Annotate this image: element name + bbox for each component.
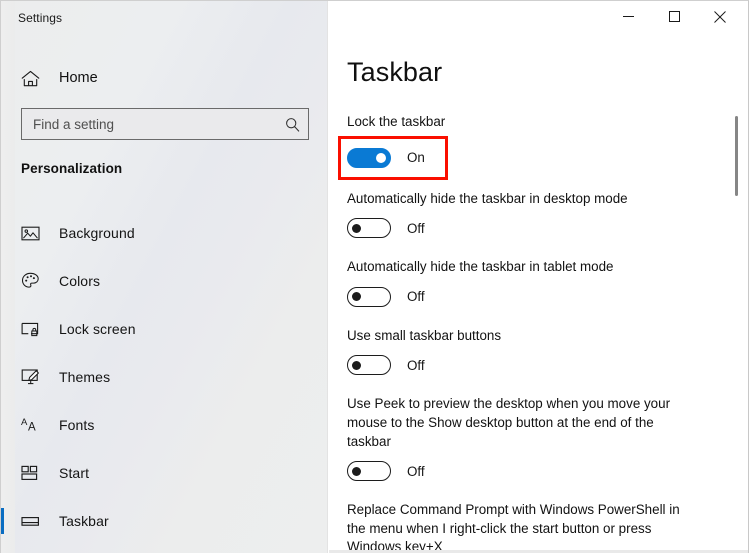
sidebar-item-home[interactable]: Home xyxy=(1,63,309,93)
setting-autohide-desktop-mode: Automatically hide the taskbar in deskto… xyxy=(347,190,697,242)
sidebar-nav-list: Background Colors Lock screen Themes A A… xyxy=(1,209,328,545)
sidebar-item-taskbar[interactable]: Taskbar xyxy=(1,497,328,545)
setting-label: Lock the taskbar xyxy=(347,114,446,129)
sidebar-item-label: Taskbar xyxy=(59,513,109,529)
toggle-switch[interactable] xyxy=(347,461,391,482)
toggle-knob xyxy=(352,360,361,370)
toggle-switch[interactable] xyxy=(347,286,391,307)
search-icon[interactable] xyxy=(280,112,304,136)
search-input[interactable] xyxy=(22,109,275,139)
sidebar-category-label: Personalization xyxy=(21,161,123,176)
sidebar-item-label: Start xyxy=(59,465,90,481)
sidebar-item-fonts[interactable]: A A Fonts xyxy=(1,401,328,449)
toggle-state-label: Off xyxy=(407,357,425,373)
sidebar-item-label: Colors xyxy=(59,273,101,289)
lock-screen-icon xyxy=(21,318,43,340)
page-title: Taskbar xyxy=(347,57,443,87)
setting-label: Automatically hide the taskbar in deskto… xyxy=(347,190,628,206)
search-box[interactable] xyxy=(21,108,309,140)
setting-lock-the-taskbar: Lock the taskbar On xyxy=(338,113,697,180)
toggle-knob xyxy=(352,292,361,302)
fonts-aa-icon: A A xyxy=(21,414,43,436)
sidebar-item-start[interactable]: Start xyxy=(1,449,328,497)
toggle-state-label: On xyxy=(407,150,425,166)
sidebar-item-lock-screen[interactable]: Lock screen xyxy=(1,305,328,353)
selection-accent-bar xyxy=(1,508,4,534)
content-scrollbar[interactable] xyxy=(731,34,743,553)
toggle-row-use-peek[interactable]: Off xyxy=(347,458,451,484)
main-content: Taskbar Lock the taskbar On Automaticall… xyxy=(329,34,748,553)
toggle-knob xyxy=(352,223,361,233)
settings-list: Lock the taskbar On Automatically hide t… xyxy=(338,113,697,553)
toggle-row-small-taskbar-buttons[interactable]: Off xyxy=(347,352,451,378)
sidebar: Home Personalization xyxy=(1,1,328,553)
setting-label: Automatically hide the taskbar in tablet… xyxy=(347,259,614,275)
sidebar-home-label: Home xyxy=(59,70,98,86)
svg-text:A: A xyxy=(28,422,36,434)
minimize-button[interactable] xyxy=(605,1,651,32)
scrollbar-thumb[interactable] xyxy=(735,116,738,196)
window-title: Settings xyxy=(18,11,63,25)
palette-icon xyxy=(21,270,43,292)
toggle-row-lock-the-taskbar[interactable]: On xyxy=(338,135,448,180)
start-tiles-icon xyxy=(21,462,43,484)
toggle-state-label: Off xyxy=(407,220,425,236)
svg-text:A: A xyxy=(21,417,28,428)
setting-label: Replace Command Prompt with Windows Powe… xyxy=(347,502,680,553)
toggle-switch[interactable] xyxy=(347,355,391,376)
toggle-switch[interactable] xyxy=(347,147,391,168)
sidebar-item-label: Themes xyxy=(59,369,111,385)
sidebar-item-label: Lock screen xyxy=(59,321,136,337)
taskbar-bar-icon xyxy=(21,510,43,532)
sidebar-item-label: Background xyxy=(59,225,135,241)
picture-icon xyxy=(21,222,43,244)
sidebar-item-background[interactable]: Background xyxy=(1,209,328,257)
toggle-knob xyxy=(376,152,386,163)
toggle-knob xyxy=(352,466,361,476)
maximize-icon xyxy=(668,11,680,22)
setting-replace-command-prompt: Replace Command Prompt with Windows Powe… xyxy=(347,501,697,553)
close-icon xyxy=(714,10,726,23)
sidebar-item-label: Fonts xyxy=(59,417,95,433)
setting-autohide-tablet-mode: Automatically hide the taskbar in tablet… xyxy=(347,258,697,310)
toggle-state-label: Off xyxy=(407,463,425,479)
settings-window: Settings Home Find a setting Personaliza… xyxy=(0,0,749,553)
minimize-icon xyxy=(622,16,634,17)
toggle-switch[interactable] xyxy=(347,218,391,239)
close-button[interactable] xyxy=(697,1,743,32)
setting-label: Use small taskbar buttons xyxy=(347,327,502,343)
home-icon xyxy=(21,70,43,87)
toggle-state-label: Off xyxy=(407,289,425,305)
themes-brush-icon xyxy=(21,366,43,388)
setting-label: Use Peek to preview the desktop when you… xyxy=(347,396,671,449)
setting-use-peek: Use Peek to preview the desktop when you… xyxy=(347,395,697,484)
sidebar-item-themes[interactable]: Themes xyxy=(1,353,328,401)
setting-small-taskbar-buttons: Use small taskbar buttons Off xyxy=(347,327,697,379)
toggle-row-autohide-tablet-mode[interactable]: Off xyxy=(347,284,451,310)
title-bar: Settings xyxy=(1,1,748,33)
sidebar-item-colors[interactable]: Colors xyxy=(1,257,328,305)
toggle-row-autohide-desktop-mode[interactable]: Off xyxy=(347,215,451,241)
maximize-button[interactable] xyxy=(651,1,697,32)
